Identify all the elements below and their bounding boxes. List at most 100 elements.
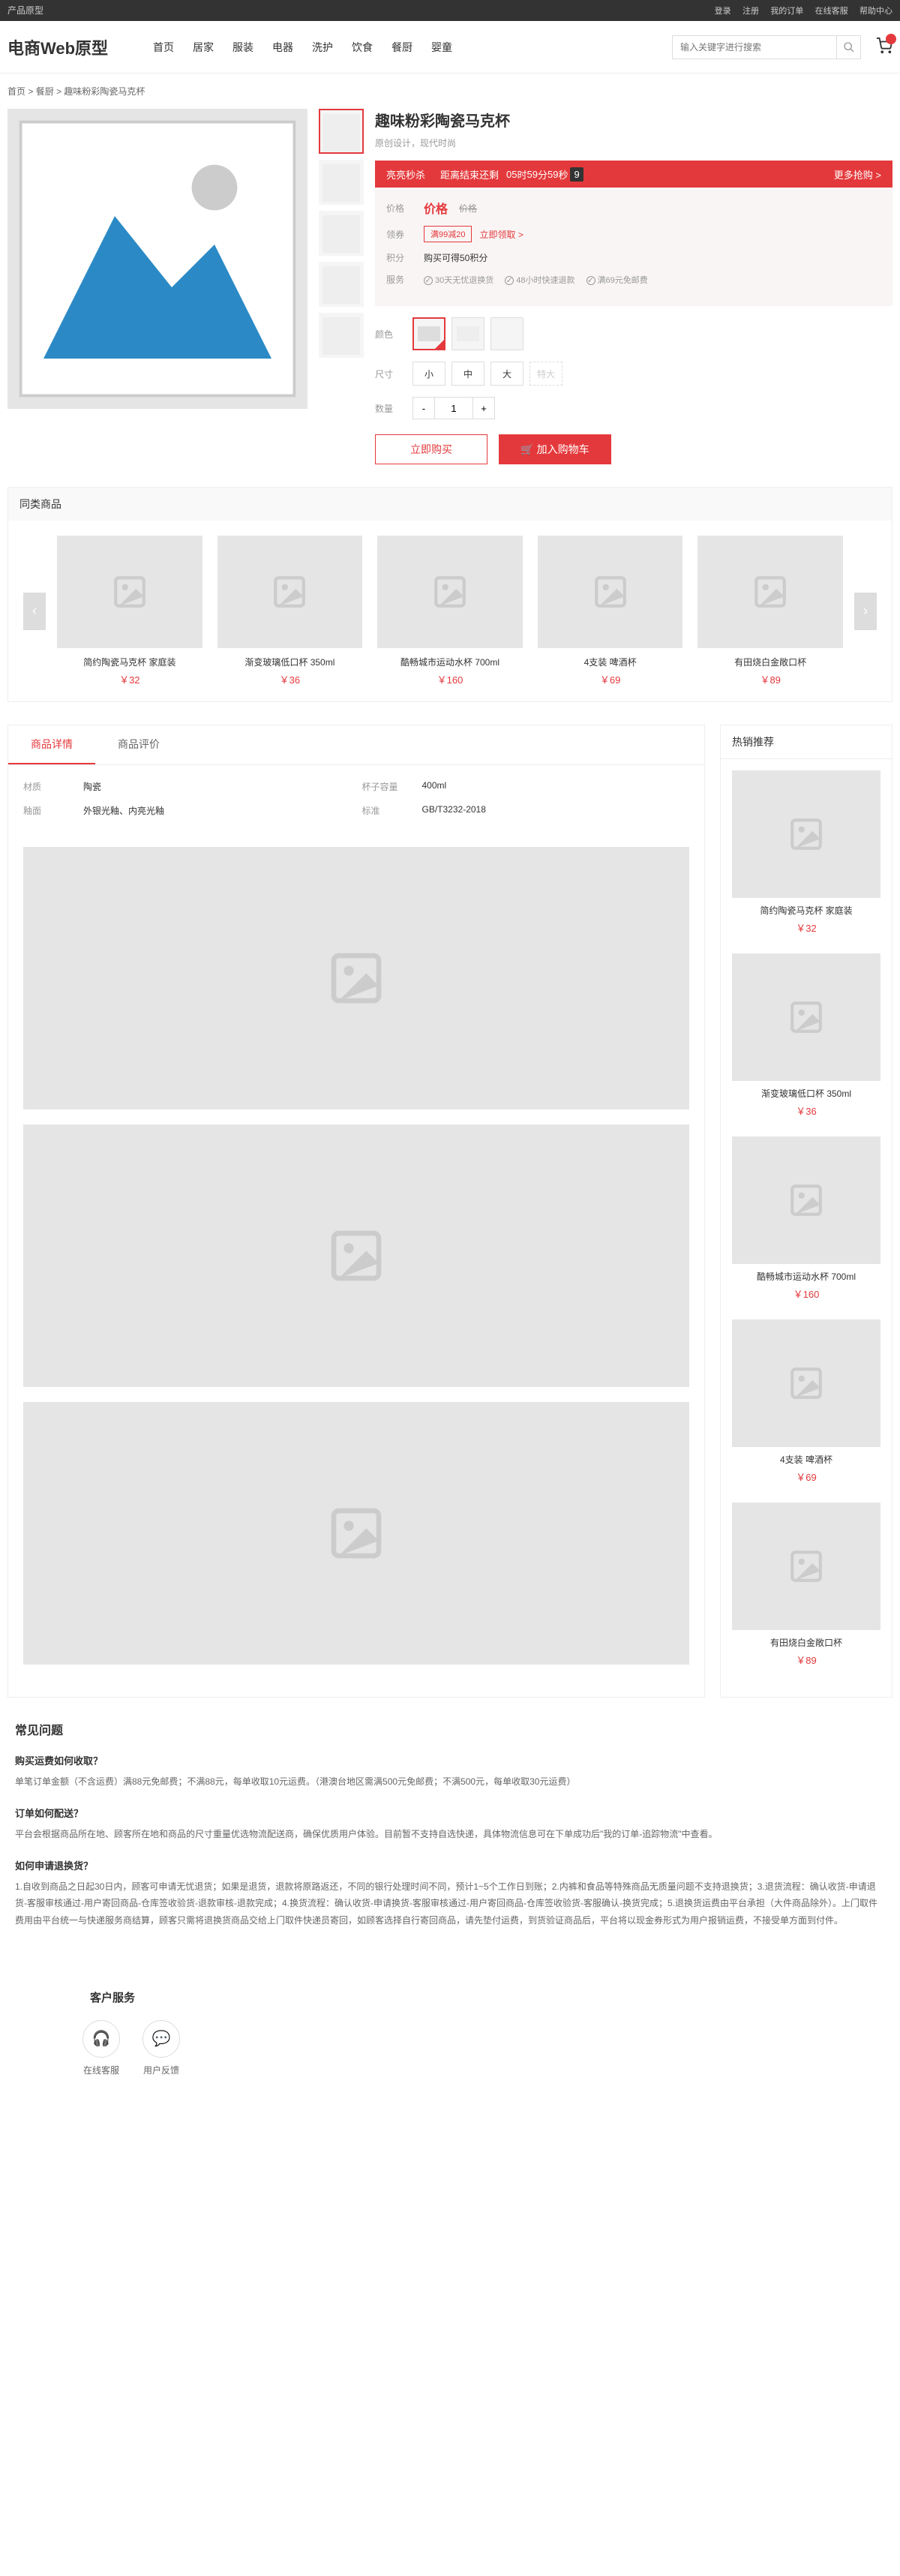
- detail-image-2: [23, 1124, 689, 1387]
- online-service-button[interactable]: 🎧 在线客服: [82, 2020, 120, 2076]
- hot-price: ￥89: [732, 1653, 880, 1667]
- similar-name: 有田烧白金敞口杯: [698, 656, 843, 668]
- thumb-3[interactable]: [319, 211, 364, 256]
- flash-more-link[interactable]: 更多抢购 >: [834, 167, 881, 182]
- nav-clothing[interactable]: 服装: [232, 40, 254, 55]
- similar-name: 4支装 啤酒杯: [538, 656, 683, 668]
- my-orders-link[interactable]: 我的订单: [770, 7, 803, 16]
- nav-washing[interactable]: 洗护: [312, 40, 333, 55]
- thumb-1[interactable]: [319, 109, 364, 154]
- thumb-2[interactable]: [319, 160, 364, 205]
- feedback-button[interactable]: 💬 用户反馈: [142, 2020, 180, 2076]
- faq-item: 如何申请退换货？ 1.自收到商品之日起30日内，顾客可申请无忧退货；如果是退货，退…: [15, 1858, 885, 1929]
- size-opt-m[interactable]: 中: [452, 362, 484, 386]
- faq-item: 订单如何配送？ 平台会根据商品所在地、顾客所在地和商品的尺寸重量优选物流配送商，确…: [15, 1806, 885, 1843]
- hot-name: 简约陶瓷马克杯 家庭装: [732, 904, 880, 917]
- login-link[interactable]: 登录: [715, 7, 731, 16]
- qty-label: 数量: [375, 402, 412, 415]
- faq-answer: 单笔订单金额（不含运费）满88元免邮费；不满88元，每单收取10元运费。（港澳台…: [15, 1773, 885, 1791]
- header: 电商Web原型 首页 居家 服装 电器 洗护 饮食 餐厨 婴童: [0, 21, 900, 74]
- similar-item[interactable]: 渐变玻璃低口杯 350ml￥36: [218, 536, 363, 686]
- faq-item: 购买运费如何收取？ 单笔订单金额（不含运费）满88元免邮费；不满88元，每单收取1…: [15, 1753, 885, 1791]
- nav-food[interactable]: 饮食: [352, 40, 373, 55]
- buy-now-button[interactable]: 立即购买: [375, 434, 488, 464]
- similar-name: 简约陶瓷马克杯 家庭装: [57, 656, 202, 668]
- hot-item[interactable]: 渐变玻璃低口杯 350ml￥36: [732, 953, 880, 1118]
- thumb-5[interactable]: [319, 313, 364, 358]
- size-opt-l[interactable]: 大: [490, 362, 524, 386]
- online-service-link[interactable]: 在线客服: [815, 7, 848, 16]
- placeholder-icon: [15, 116, 300, 401]
- service-section: 客户服务 🎧 在线客服 💬 用户反馈: [0, 1967, 900, 2099]
- breadcrumb-category[interactable]: 餐厨: [36, 86, 54, 97]
- cart-badge: [886, 34, 896, 44]
- color-opt-3[interactable]: [490, 317, 524, 350]
- tab-detail[interactable]: 商品详情: [8, 725, 95, 764]
- faq-question: 如何申请退换货？: [15, 1858, 885, 1872]
- nav-home-goods[interactable]: 居家: [193, 40, 214, 55]
- color-opt-1[interactable]: [412, 317, 446, 350]
- thumb-4[interactable]: [319, 262, 364, 307]
- logo[interactable]: 电商Web原型: [8, 35, 108, 59]
- color-label: 颜色: [375, 328, 412, 341]
- color-opt-2[interactable]: [452, 317, 484, 350]
- coupon-tag: 满99减20: [424, 226, 472, 242]
- search-button[interactable]: [837, 35, 861, 59]
- similar-item[interactable]: 简约陶瓷马克杯 家庭装￥32: [57, 536, 202, 686]
- placeholder-icon: [326, 948, 386, 1008]
- spec-row: 材质陶瓷: [23, 780, 351, 793]
- tab-review[interactable]: 商品评价: [95, 725, 182, 764]
- spec-label: 标准: [362, 804, 422, 817]
- register-link[interactable]: 注册: [742, 7, 759, 16]
- product-main-image[interactable]: [8, 109, 308, 409]
- nav-appliance[interactable]: 电器: [272, 40, 293, 55]
- spec-value: GB/T3232-2018: [422, 804, 486, 817]
- topbar-left: 产品原型: [8, 0, 44, 21]
- faq-answer: 1.自收到商品之日起30日内，顾客可申请无忧退货；如果是退货，退款将原路返还，不…: [15, 1878, 885, 1929]
- add-cart-button[interactable]: 加入购物车: [499, 434, 611, 464]
- countdown-s: 59: [548, 169, 558, 180]
- similar-image: [377, 536, 523, 648]
- qty-plus-button[interactable]: +: [472, 397, 495, 419]
- breadcrumb-home[interactable]: 首页: [8, 86, 26, 97]
- coupon-link[interactable]: 立即领取 >: [479, 228, 523, 241]
- similar-item[interactable]: 有田烧白金敞口杯￥89: [698, 536, 843, 686]
- size-opt-s[interactable]: 小: [412, 362, 446, 386]
- similar-item[interactable]: 酷畅城市运动水杯 700ml￥160: [377, 536, 523, 686]
- countdown-m: 59: [527, 169, 538, 180]
- hot-item[interactable]: 酷畅城市运动水杯 700ml￥160: [732, 1136, 880, 1301]
- similar-image: [57, 536, 202, 648]
- spec-value: 400ml: [422, 780, 447, 793]
- cart-button[interactable]: [876, 38, 892, 56]
- similar-section: 同类商品 ‹ 简约陶瓷马克杯 家庭装￥32渐变玻璃低口杯 350ml￥36酷畅城…: [8, 487, 892, 702]
- spec-value: 外银光釉、内亮光釉: [83, 804, 164, 817]
- qty-minus-button[interactable]: -: [412, 397, 435, 419]
- similar-next-button[interactable]: ›: [854, 593, 877, 630]
- topbar-links: 登录 注册 我的订单 在线客服 帮助中心: [706, 0, 892, 21]
- nav-baby[interactable]: 婴童: [431, 40, 452, 55]
- hot-item[interactable]: 有田烧白金敞口杯￥89: [732, 1503, 880, 1667]
- placeholder-icon: [326, 1503, 386, 1563]
- help-center-link[interactable]: 帮助中心: [860, 7, 892, 16]
- hot-item[interactable]: 简约陶瓷马克杯 家庭装￥32: [732, 770, 880, 935]
- similar-item[interactable]: 4支装 啤酒杯￥69: [538, 536, 683, 686]
- faq-answer: 平台会根据商品所在地、顾客所在地和商品的尺寸重量优选物流配送商，确保优质用户体验…: [15, 1826, 885, 1843]
- similar-image: [538, 536, 683, 648]
- faq-question: 订单如何配送？: [15, 1806, 885, 1820]
- price-box: 价格 价格 价格 领券 满99减20 立即领取 > 积分 购买可得50积分 服务…: [375, 188, 892, 306]
- countdown-h: 05: [506, 169, 517, 180]
- qty-input[interactable]: [435, 397, 472, 419]
- nav-home[interactable]: 首页: [153, 40, 174, 55]
- hot-image: [732, 1136, 880, 1264]
- hot-item[interactable]: 4支装 啤酒杯￥69: [732, 1320, 880, 1484]
- faq-question: 购买运费如何收取？: [15, 1753, 885, 1767]
- search-input[interactable]: [672, 35, 837, 59]
- flash-label: 亮亮秒杀: [386, 167, 425, 182]
- feedback-icon: 💬: [142, 2020, 180, 2058]
- nav-kitchen[interactable]: 餐厨: [392, 40, 412, 55]
- price-value: 价格: [424, 199, 448, 217]
- similar-prev-button[interactable]: ‹: [23, 593, 46, 630]
- hot-image: [732, 1320, 880, 1447]
- hot-name: 4支装 啤酒杯: [732, 1453, 880, 1466]
- countdown-m-unit: 分: [538, 167, 548, 182]
